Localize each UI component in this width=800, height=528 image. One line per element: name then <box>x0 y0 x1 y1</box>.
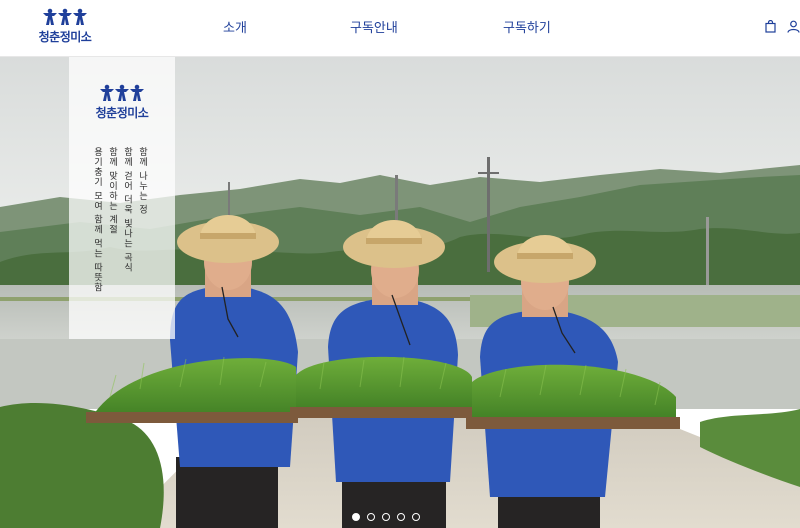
carousel-dot-2[interactable] <box>367 513 375 521</box>
poem-line: 함께 나누는 정 <box>137 147 147 215</box>
poem-line: 함께 맞이하는 계절 <box>107 147 117 235</box>
carousel-dot-3[interactable] <box>382 513 390 521</box>
panel-logo: 청춘정미소 <box>89 84 155 121</box>
panel-brand-name: 청춘정미소 <box>95 106 149 120</box>
carousel-indicator <box>352 513 420 521</box>
hero-banner: 청춘정미소 함께 나누는 정 함께 걷어 더욱 빛나는 곡식 함께 맞이하는 계… <box>0 57 800 528</box>
carousel-dot-1[interactable] <box>352 513 360 521</box>
brand-name: 청춘정미소 <box>38 30 92 44</box>
rice-farmers-logo-icon <box>100 84 144 101</box>
site-header: 청춘정미소 소개 구독안내 구독하기 <box>0 0 800 57</box>
poem-line: 용기충기 모여 함께 먹는 따뜻함 <box>92 147 102 293</box>
brand-poem: 함께 나누는 정 함께 걷어 더욱 빛나는 곡식 함께 맞이하는 계절 용기충기… <box>91 147 148 297</box>
poem-line: 함께 걷어 더욱 빛나는 곡식 <box>122 147 132 273</box>
carousel-dot-5[interactable] <box>412 513 420 521</box>
shopping-bag-icon[interactable] <box>765 18 776 37</box>
rice-farmers-logo-icon <box>43 8 87 25</box>
carousel-dot-4[interactable] <box>397 513 405 521</box>
brand-logo[interactable]: 청춘정미소 <box>33 8 97 48</box>
nav-subscribe[interactable]: 구독하기 <box>503 17 551 37</box>
user-icon[interactable] <box>787 18 800 37</box>
hero-brand-panel: 청춘정미소 함께 나누는 정 함께 걷어 더욱 빛나는 곡식 함께 맞이하는 계… <box>69 57 175 339</box>
nav-subscription-guide[interactable]: 구독안내 <box>350 17 398 37</box>
nav-about[interactable]: 소개 <box>223 17 247 37</box>
